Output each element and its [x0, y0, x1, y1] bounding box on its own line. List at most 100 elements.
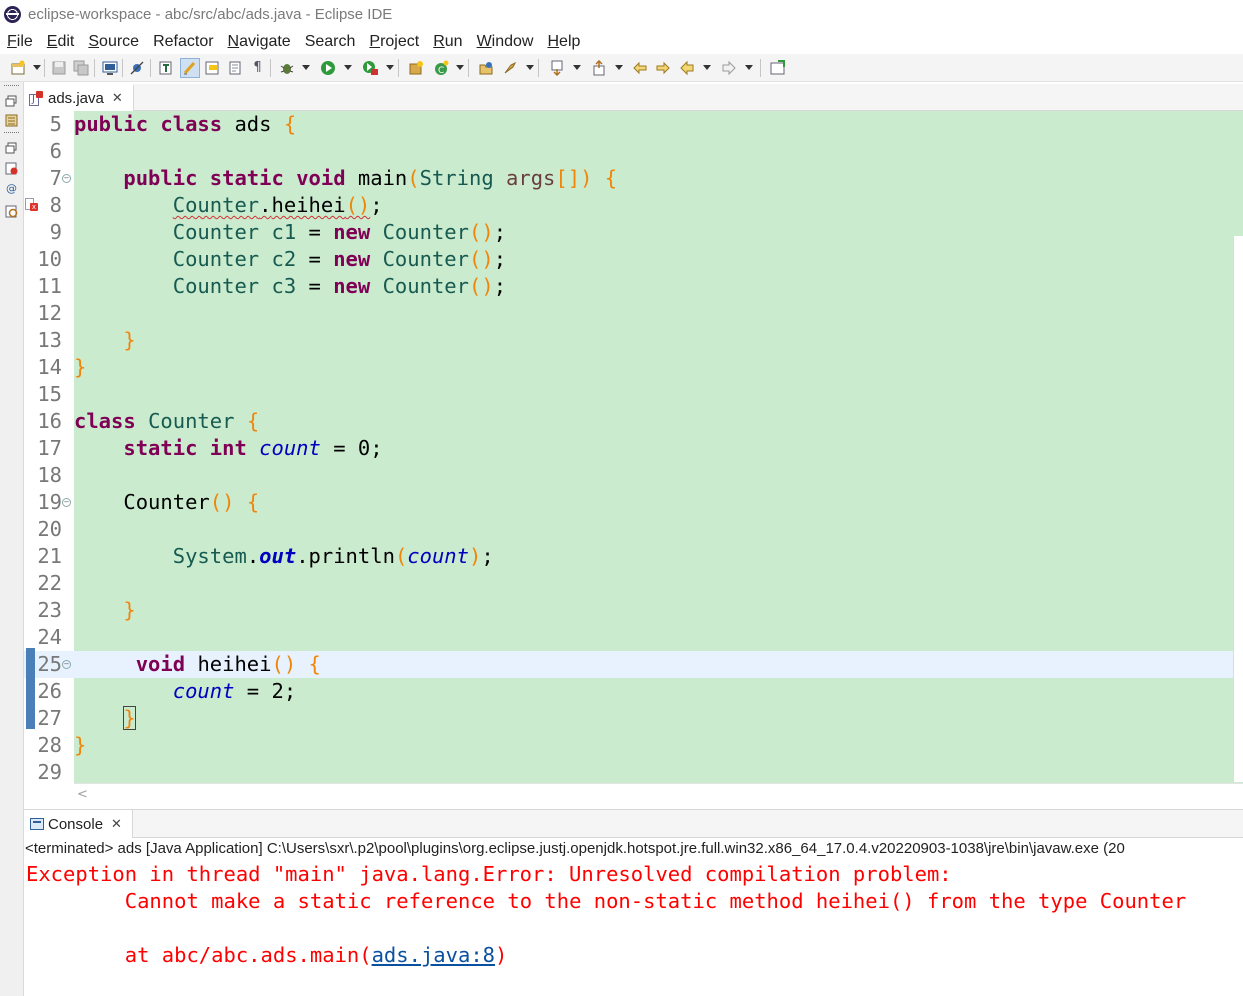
next-annotation-icon[interactable] — [548, 59, 565, 76]
trim-grip[interactable] — [4, 85, 19, 87]
console-tab-label: Console — [48, 815, 104, 833]
restore-icon[interactable] — [5, 140, 18, 154]
close-icon[interactable]: ✕ — [112, 92, 123, 105]
skip-breakpoints-icon[interactable] — [128, 59, 145, 76]
open-type-icon[interactable] — [157, 59, 174, 76]
java-file-error-icon — [28, 90, 44, 107]
close-icon[interactable]: ✕ — [111, 818, 122, 831]
code-text: static int count = 0; — [123, 436, 383, 460]
new-java-package-icon[interactable] — [407, 59, 424, 76]
menu-search[interactable]: Search — [305, 33, 356, 51]
code-text: Counter c1 = new Counter(); — [172, 220, 507, 244]
menu-project[interactable]: Project — [369, 33, 419, 51]
restore-icon[interactable] — [5, 93, 18, 107]
new-dropdown-arrow[interactable] — [33, 65, 41, 70]
problems-icon[interactable] — [5, 160, 18, 175]
menu-edit[interactable]: Edit — [47, 33, 75, 51]
new-java-class-icon[interactable]: C — [432, 59, 449, 76]
previous-annotation-dropdown-arrow[interactable] — [615, 65, 623, 70]
code-line: 11 Counter c3 = new Counter(); — [24, 273, 1243, 300]
java-editor[interactable]: 5 public class ads { 6 7 − public static… — [24, 111, 1243, 783]
menu-help[interactable]: Help — [547, 33, 580, 51]
mark-occurrences-icon[interactable] — [180, 58, 200, 78]
forward-icon[interactable] — [720, 59, 737, 76]
declaration-icon[interactable] — [5, 203, 18, 218]
line-number: 24 — [37, 625, 62, 649]
menu-navigate[interactable]: Navigate — [228, 33, 291, 51]
menu-run[interactable]: Run — [433, 33, 462, 51]
code-text: Counter c2 = new Counter(); — [172, 247, 507, 271]
tab-console[interactable]: Console ✕ — [24, 810, 133, 838]
range-indicator — [26, 648, 35, 729]
open-terminal-icon[interactable] — [101, 59, 118, 76]
line-number: 15 — [37, 382, 62, 406]
pin-editor-icon[interactable] — [769, 59, 786, 76]
last-edit-location-icon[interactable] — [631, 59, 648, 76]
fold-collapse-icon[interactable]: − — [62, 174, 71, 183]
new-wizard-icon[interactable] — [9, 59, 26, 76]
menu-window[interactable]: Window — [477, 33, 534, 51]
show-whitespace-icon[interactable] — [226, 59, 243, 76]
trim-grip[interactable] — [4, 132, 19, 134]
eclipse-logo-icon — [4, 6, 21, 23]
current-code-line: 25 − void heihei() { — [24, 651, 1243, 678]
save-icon[interactable] — [50, 59, 67, 76]
run-dropdown-arrow[interactable] — [344, 65, 352, 70]
line-number: 19 — [37, 490, 62, 514]
toolbar-separator — [468, 59, 469, 77]
overview-ruler[interactable] — [1233, 236, 1243, 782]
code-line: 26 count = 2; — [24, 678, 1243, 705]
line-number: 5 — [49, 112, 62, 136]
horizontal-scrollbar[interactable]: < — [74, 783, 1243, 804]
code-line: 28 } — [24, 732, 1243, 759]
search-dropdown-arrow[interactable] — [526, 65, 534, 70]
menu-file[interactable]: File — [7, 33, 33, 51]
next-annotation-dropdown-arrow[interactable] — [573, 65, 581, 70]
debug-icon[interactable] — [278, 59, 295, 76]
fold-collapse-icon[interactable]: − — [62, 498, 71, 507]
window-title: eclipse-workspace - abc/src/abc/ads.java… — [28, 6, 393, 23]
block-selection-icon[interactable] — [203, 59, 220, 76]
new-class-dropdown-arrow[interactable] — [456, 65, 464, 70]
line-number: 20 — [37, 517, 62, 541]
console-error-line: Cannot make a static reference to the no… — [26, 889, 1187, 913]
run-icon[interactable] — [319, 59, 336, 76]
code-text: System.out.println(count); — [172, 544, 494, 568]
open-task-icon[interactable] — [477, 59, 494, 76]
paragraph-icon[interactable]: ¶ — [249, 59, 266, 76]
code-line: x 8 Counter.heihei(); — [24, 192, 1243, 219]
toolbar-separator — [44, 59, 45, 77]
code-line: 27 } — [24, 705, 1243, 732]
code-line: 20 — [24, 516, 1243, 543]
previous-annotation-icon[interactable] — [590, 59, 607, 76]
editor-tab-ads-java[interactable]: ads.java ✕ — [24, 84, 134, 111]
back-icon[interactable] — [678, 59, 695, 76]
next-edit-location-icon[interactable] — [654, 59, 671, 76]
menu-source[interactable]: Source — [88, 33, 139, 51]
coverage-dropdown-arrow[interactable] — [386, 65, 394, 70]
line-number: 11 — [37, 274, 62, 298]
title-bar: eclipse-workspace - abc/src/abc/ads.java… — [0, 0, 1243, 30]
javadoc-icon[interactable]: @ — [5, 182, 18, 195]
stacktrace-link[interactable]: ads.java:8 — [372, 943, 495, 967]
console-output[interactable]: <terminated> ads [Java Application] C:\U… — [24, 838, 1243, 996]
code-line: 6 — [24, 138, 1243, 165]
editor-tab-label: ads.java — [48, 90, 104, 107]
debug-dropdown-arrow[interactable] — [302, 65, 310, 70]
run-coverage-icon[interactable] — [361, 59, 378, 76]
toolbar-separator — [94, 59, 95, 77]
toolbar-separator — [398, 59, 399, 77]
search-icon[interactable] — [501, 59, 518, 76]
toolbar-separator — [270, 59, 271, 77]
menu-refactor[interactable]: Refactor — [153, 33, 213, 51]
scroll-left-icon[interactable]: < — [77, 787, 88, 802]
line-number: 26 — [37, 679, 62, 703]
save-all-icon[interactable] — [72, 59, 89, 76]
code-text: } — [123, 598, 136, 622]
back-dropdown-arrow[interactable] — [703, 65, 711, 70]
line-number: 14 — [37, 355, 62, 379]
forward-dropdown-arrow[interactable] — [745, 65, 753, 70]
code-text: public class ads { — [74, 112, 297, 136]
fold-collapse-icon[interactable]: − — [62, 660, 71, 669]
package-explorer-icon[interactable] — [5, 112, 18, 127]
